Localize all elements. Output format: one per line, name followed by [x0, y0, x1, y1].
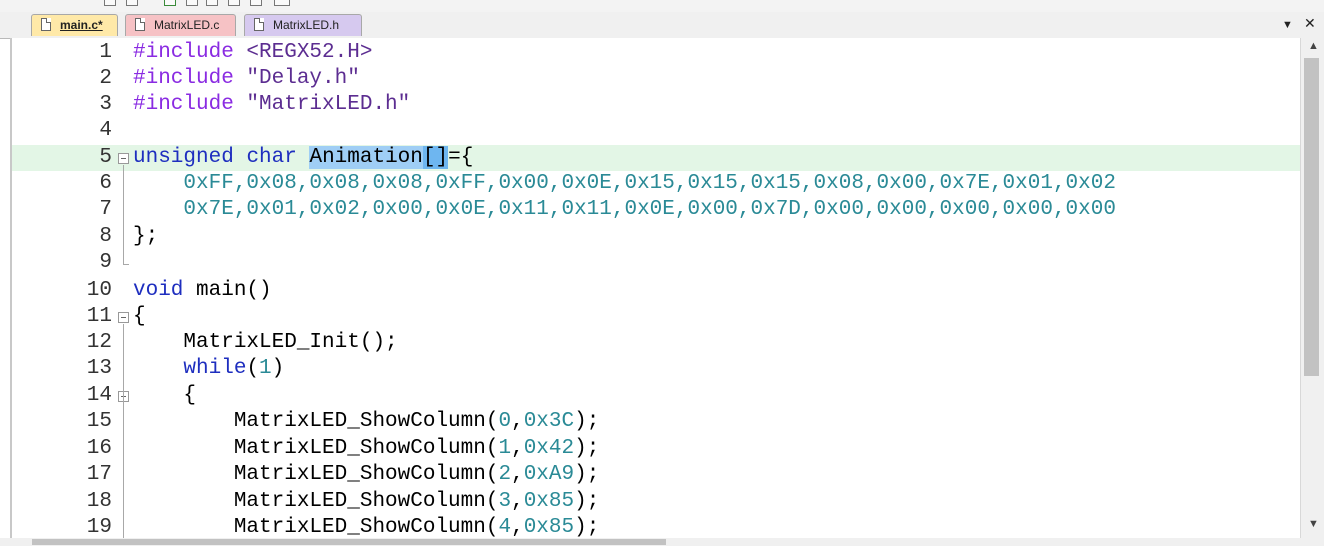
tab-label: MatrixLED.c	[154, 18, 220, 32]
fold-collapse-icon[interactable]	[118, 312, 129, 323]
selected-text: Animation	[309, 146, 423, 169]
fold-guide-line	[123, 324, 124, 538]
line-number: 11	[86, 305, 112, 328]
code-line: 16 MatrixLED_ShowColumn(1,0x42);	[12, 436, 1302, 462]
line-number: 1	[99, 41, 112, 64]
line-number: 13	[86, 357, 112, 380]
scroll-down-icon[interactable]: ▼	[1308, 518, 1319, 530]
line-number: 19	[86, 516, 112, 538]
code-text: unsigned char Animation[]={	[133, 146, 474, 169]
toolbar-icon[interactable]	[164, 0, 176, 6]
line-number: 17	[86, 463, 112, 486]
file-icon	[254, 18, 264, 31]
line-number: 9	[99, 251, 112, 274]
fold-guide-line	[123, 165, 124, 265]
line-number: 16	[86, 437, 112, 460]
tab-matrixled-c[interactable]: MatrixLED.c	[125, 14, 236, 36]
code-line: 8 };	[12, 224, 1302, 250]
line-number: 8	[99, 225, 112, 248]
line-number: 5	[99, 146, 112, 169]
tab-list-dropdown-icon[interactable]: ▼	[1282, 16, 1293, 34]
line-number: 2	[99, 67, 112, 90]
toolbar-icon[interactable]	[126, 0, 138, 6]
line-number: 10	[86, 279, 112, 302]
tab-label: MatrixLED.h	[273, 18, 340, 32]
code-line: 12 MatrixLED_Init();	[12, 330, 1302, 356]
code-line: 1 #include <REGX52.H>	[12, 40, 1302, 66]
code-line: 10 void main()	[12, 278, 1302, 304]
line-number: 4	[99, 119, 112, 142]
fold-collapse-icon[interactable]	[118, 153, 129, 164]
code-text: while(1)	[183, 357, 285, 380]
file-icon	[41, 18, 51, 31]
fold-guide-end	[123, 264, 129, 265]
code-text: 0x7E,0x01,0x02,0x00,0x0E,0x11,0x11,0x0E,…	[133, 198, 1116, 221]
code-text: {	[133, 305, 146, 328]
toolbar-icon[interactable]	[228, 0, 240, 6]
code-editor[interactable]: 1 #include <REGX52.H> 2 #include "Delay.…	[10, 38, 1302, 538]
line-number: 14	[86, 384, 112, 407]
tab-label: main.c*	[60, 18, 103, 32]
code-line: 2 #include "Delay.h"	[12, 66, 1302, 92]
line-number: 6	[99, 172, 112, 195]
toolbar-icon[interactable]	[186, 0, 198, 6]
code-line: 17 MatrixLED_ShowColumn(2,0xA9);	[12, 462, 1302, 488]
toolbar-icon[interactable]	[250, 0, 262, 6]
scrollbar-thumb[interactable]	[1304, 58, 1319, 376]
code-line: 13 while(1)	[12, 356, 1302, 382]
code-line: 11 {	[12, 304, 1302, 330]
editor-tab-bar: main.c* MatrixLED.c MatrixLED.h	[0, 12, 1324, 39]
line-number: 18	[86, 490, 112, 513]
code-line: 18 MatrixLED_ShowColumn(3,0x85);	[12, 489, 1302, 515]
code-line: 4	[12, 118, 1302, 144]
code-text: #include "MatrixLED.h"	[133, 93, 411, 116]
code-line: 7 0x7E,0x01,0x02,0x00,0x0E,0x11,0x11,0x0…	[12, 197, 1302, 223]
code-text: MatrixLED_ShowColumn(1,0x42);	[133, 437, 600, 460]
scroll-up-icon[interactable]: ▲	[1308, 40, 1319, 52]
file-icon	[135, 18, 145, 31]
code-line: 14 {	[12, 383, 1302, 409]
tab-main-c[interactable]: main.c*	[31, 14, 118, 36]
code-line: 6 0xFF,0x08,0x08,0x08,0xFF,0x00,0x0E,0x1…	[12, 171, 1302, 197]
code-line: 19 MatrixLED_ShowColumn(4,0x85);	[12, 515, 1302, 538]
line-number: 7	[99, 198, 112, 221]
toolbar-strip	[0, 0, 1324, 12]
line-number: 15	[86, 410, 112, 433]
code-text: MatrixLED_Init();	[133, 331, 398, 354]
close-icon[interactable]: ✕	[1304, 14, 1316, 32]
code-text: };	[133, 225, 159, 248]
vertical-scrollbar[interactable]: ▲ ▼	[1300, 38, 1324, 540]
code-text: MatrixLED_ShowColumn(0,0x3C);	[133, 410, 600, 433]
code-text: void main()	[133, 279, 272, 302]
code-line: 15 MatrixLED_ShowColumn(0,0x3C);	[12, 409, 1302, 435]
code-text: #include <REGX52.H>	[133, 41, 373, 64]
line-number: 12	[86, 331, 112, 354]
code-text: {	[133, 384, 197, 407]
code-text: MatrixLED_ShowColumn(4,0x85);	[133, 516, 600, 538]
toolbar-icon[interactable]	[206, 0, 218, 6]
code-line: 9	[12, 250, 1302, 276]
code-line: 3 #include "MatrixLED.h"	[12, 92, 1302, 118]
toolbar-icon[interactable]	[274, 0, 290, 6]
code-text: MatrixLED_ShowColumn(3,0x85);	[133, 490, 600, 513]
code-text: MatrixLED_ShowColumn(2,0xA9);	[133, 463, 600, 486]
current-code-line: 5 unsigned char Animation[]={	[12, 145, 1302, 171]
toolbar-icon[interactable]	[104, 0, 116, 6]
code-text: #include "Delay.h"	[133, 67, 360, 90]
code-text: 0xFF,0x08,0x08,0x08,0xFF,0x00,0x0E,0x15,…	[133, 172, 1116, 195]
tab-matrixled-h[interactable]: MatrixLED.h	[244, 14, 362, 36]
scrollbar-thumb[interactable]	[32, 539, 666, 545]
horizontal-scrollbar[interactable]	[0, 538, 1324, 546]
line-number: 3	[99, 93, 112, 116]
